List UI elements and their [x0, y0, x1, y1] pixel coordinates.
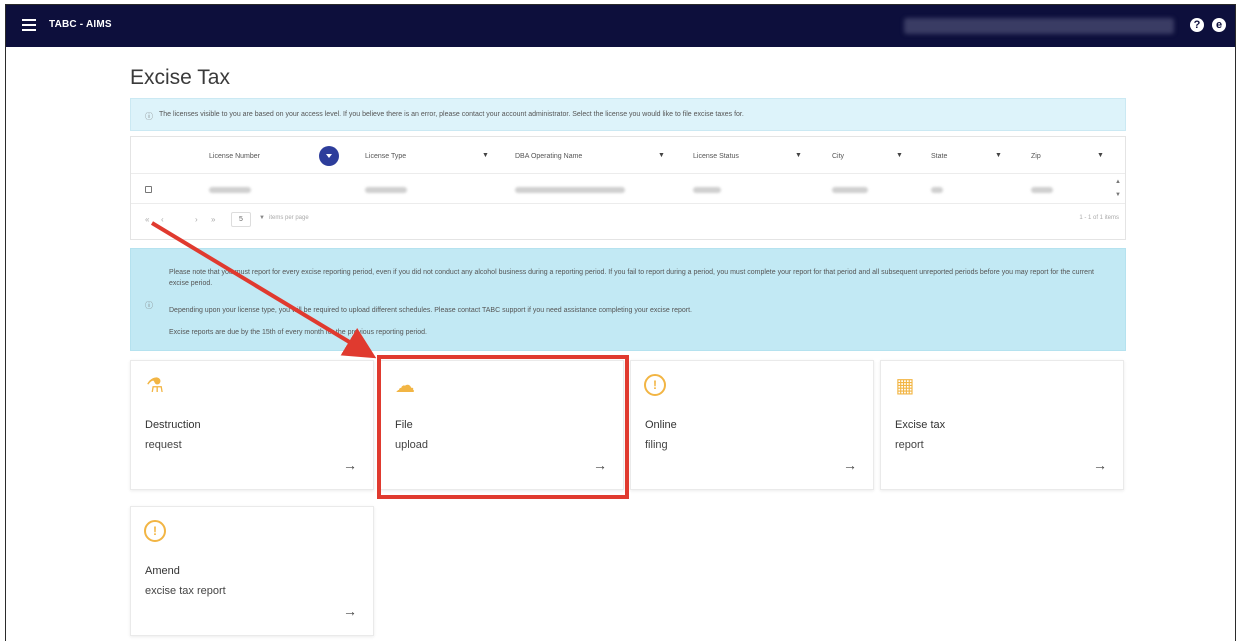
annotation-arrow — [150, 221, 377, 359]
app-window: TABC - AIMS ? e Excise Tax ⓘ The license… — [5, 4, 1236, 641]
red-arrow-line — [150, 221, 377, 359]
